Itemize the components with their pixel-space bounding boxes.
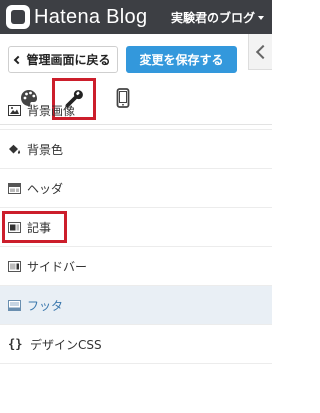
- layout-sidebar-icon: [8, 260, 21, 272]
- code-icon: {}: [8, 337, 23, 351]
- menu-item-footer[interactable]: フッタ: [0, 286, 272, 325]
- customize-menu: 背景画像 背景色 ヘッダ 記事 サイドバー フッタ {} デザインCSS: [0, 91, 272, 364]
- save-changes-button[interactable]: 変更を保存する: [126, 46, 237, 73]
- menu-item-label: デザインCSS: [30, 337, 102, 352]
- blog-selector[interactable]: 実験君のブログ: [171, 9, 264, 26]
- chevron-down-icon: [258, 15, 264, 20]
- image-icon: [8, 104, 21, 116]
- highlight-box: [2, 211, 67, 243]
- menu-item-label: サイドバー: [27, 259, 88, 274]
- menu-item-background-image[interactable]: 背景画像: [0, 91, 272, 130]
- menu-item-label: 背景色: [27, 142, 64, 157]
- menu-item-label: ヘッダ: [27, 181, 64, 196]
- top-bar: Hatena Blog 実験君のブログ: [0, 0, 272, 34]
- collapse-panel-button[interactable]: [248, 34, 272, 70]
- menu-item-background-color[interactable]: 背景色: [0, 130, 272, 169]
- save-button-label: 変更を保存する: [139, 53, 224, 67]
- layout-footer-icon: [8, 299, 21, 311]
- back-to-admin-button[interactable]: 管理画面に戻る: [8, 46, 118, 73]
- brand-logo-link[interactable]: Hatena Blog: [6, 4, 147, 30]
- hatena-logo-icon: [6, 5, 30, 29]
- menu-item-article[interactable]: 記事: [0, 208, 272, 247]
- layout-header-icon: [8, 182, 21, 194]
- menu-item-label: 背景画像: [27, 103, 76, 118]
- blog-name-label: 実験君のブログ: [170, 11, 255, 25]
- chevron-left-icon: [14, 55, 23, 64]
- back-button-label: 管理画面に戻る: [26, 53, 111, 67]
- menu-item-sidebar[interactable]: サイドバー: [0, 247, 272, 286]
- menu-item-design-css[interactable]: {} デザインCSS: [0, 325, 272, 364]
- menu-item-header[interactable]: ヘッダ: [0, 169, 272, 208]
- paint-bucket-icon: [9, 144, 21, 154]
- brand-name: Hatena Blog: [34, 5, 148, 28]
- menu-item-label: フッタ: [27, 298, 64, 313]
